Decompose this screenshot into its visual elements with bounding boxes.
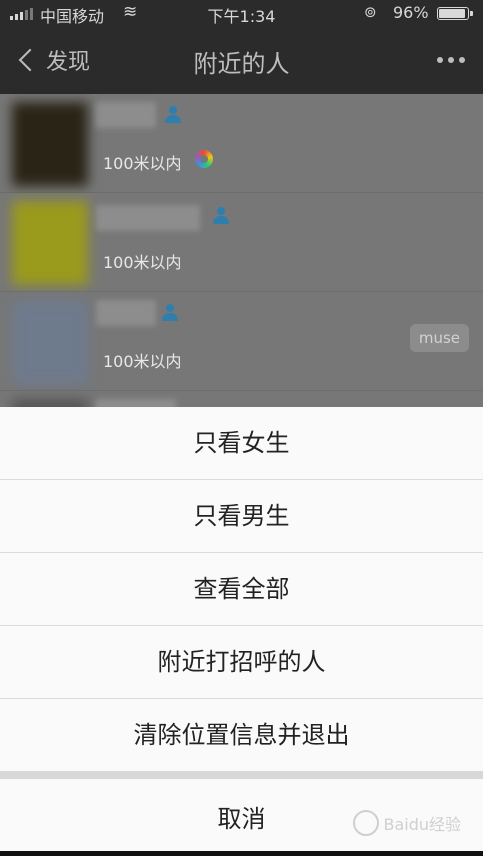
moments-ring-icon [195,150,213,168]
name-blurred [96,102,156,128]
watermark: Baidu经验 [353,810,461,836]
person-icon [161,304,179,322]
more-options-icon[interactable] [437,57,465,63]
battery-icon [437,7,473,20]
show-all-button[interactable]: 查看全部 [0,553,483,626]
page-title: 附近的人 [193,50,290,78]
sheet-divider [0,771,483,779]
person-icon [212,207,230,225]
nav-bar: 发现 附近的人 [0,26,483,94]
list-item[interactable]: 100米以内 [0,193,483,292]
battery-percent: 96% [393,3,429,22]
baidu-paw-icon [353,810,380,836]
distance-label: 100米以内 [103,352,182,371]
filter-male-button[interactable]: 只看男生 [0,480,483,553]
screen: 中国移动 ≋ 下午1:34 ⊚ 96% 发现 附近的人 100米以内 100米以… [0,0,483,856]
bottom-edge [0,851,483,856]
person-icon [164,106,182,124]
avatar [12,300,88,384]
name-blurred [96,205,200,231]
distance-label: 100米以内 [103,253,182,272]
clear-location-exit-button[interactable]: 清除位置信息并退出 [0,699,483,771]
list-item[interactable]: 100米以内 [0,94,483,193]
signature-tag: muse [409,324,469,352]
avatar [12,201,88,285]
name-blurred [96,300,156,326]
status-bar: 中国移动 ≋ 下午1:34 ⊚ 96% [0,0,483,26]
watermark-text: Baidu经验 [383,815,461,834]
filter-female-button[interactable]: 只看女生 [0,407,483,480]
rotation-lock-icon: ⊚ [364,3,377,21]
distance-label: 100米以内 [103,154,182,173]
avatar [12,102,88,186]
list-item[interactable]: 100米以内 muse [0,292,483,391]
action-sheet: 只看女生 只看男生 查看全部 附近打招呼的人 清除位置信息并退出 取消 [0,407,483,856]
nearby-greetings-button[interactable]: 附近打招呼的人 [0,626,483,699]
